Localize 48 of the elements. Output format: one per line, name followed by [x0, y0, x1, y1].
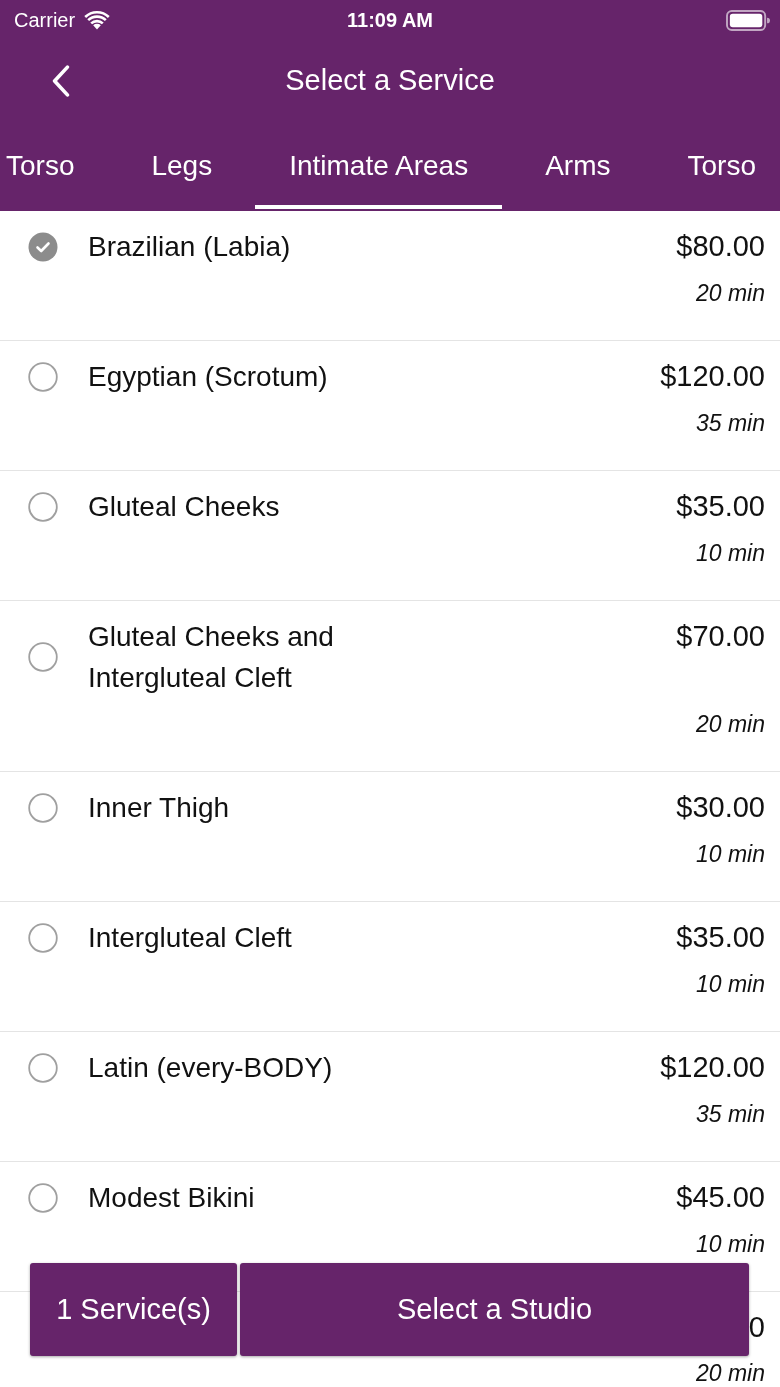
radio-button[interactable] — [28, 792, 58, 823]
service-duration: 20 min — [695, 710, 765, 739]
service-price: $30.00 — [676, 790, 765, 825]
back-button[interactable] — [51, 65, 71, 97]
service-price: 0 — [748, 1310, 765, 1345]
select-studio-button[interactable]: Select a Studio — [240, 1263, 749, 1356]
radio-button[interactable] — [28, 231, 58, 262]
service-price: $35.00 — [676, 489, 765, 524]
carrier-label: Carrier — [14, 8, 76, 32]
service-duration: 20 min — [695, 1359, 765, 1387]
service-name: Modest Bikini — [88, 1181, 256, 1215]
radio-button[interactable] — [28, 642, 58, 672]
service-price: $45.00 — [676, 1180, 765, 1215]
back-icon — [51, 65, 71, 97]
service-name: Gluteal Cheeks — [88, 490, 281, 524]
radio-button[interactable] — [28, 491, 58, 522]
service-name: Intergluteal Cleft — [88, 921, 293, 955]
category-tab[interactable]: Arms — [511, 120, 645, 209]
category-tab[interactable]: Torso — [0, 120, 109, 209]
radio-button[interactable] — [28, 1052, 58, 1083]
radio-button[interactable] — [28, 361, 58, 392]
service-name: Brazilian (Labia) — [88, 230, 292, 264]
service-name: Gluteal Cheeks and Intergluteal Cleft — [88, 620, 335, 695]
service-price: $35.00 — [676, 920, 765, 955]
category-tab[interactable]: Intimate Areas — [255, 120, 503, 209]
service-name: Inner Thigh — [88, 791, 231, 825]
service-price: $120.00 — [660, 359, 765, 394]
service-price: $80.00 — [676, 229, 765, 264]
service-duration: 20 min — [695, 279, 765, 308]
service-duration: 10 min — [695, 840, 765, 869]
service-duration: 35 min — [695, 1100, 765, 1129]
services-count-button[interactable]: 1 Service(s) — [30, 1263, 237, 1356]
service-duration: 10 min — [695, 539, 765, 568]
status-time: 11:09 AM — [347, 8, 433, 32]
category-tab[interactable]: Legs — [117, 120, 247, 209]
radio-button[interactable] — [28, 1182, 58, 1213]
radio-button[interactable] — [28, 922, 58, 953]
service-name: Latin (every-BODY) — [88, 1051, 334, 1085]
battery-icon — [726, 9, 770, 31]
service-duration: 35 min — [695, 409, 765, 438]
service-price: $120.00 — [660, 1050, 765, 1085]
service-duration: 10 min — [695, 970, 765, 999]
service-name: Egyptian (Scrotum) — [88, 360, 329, 394]
service-price: $70.00 — [676, 619, 765, 654]
category-tab[interactable]: Torso — [653, 120, 780, 209]
wifi-icon — [83, 10, 112, 30]
screen-title: Select a Service — [285, 63, 495, 98]
service-duration: 10 min — [695, 1230, 765, 1259]
